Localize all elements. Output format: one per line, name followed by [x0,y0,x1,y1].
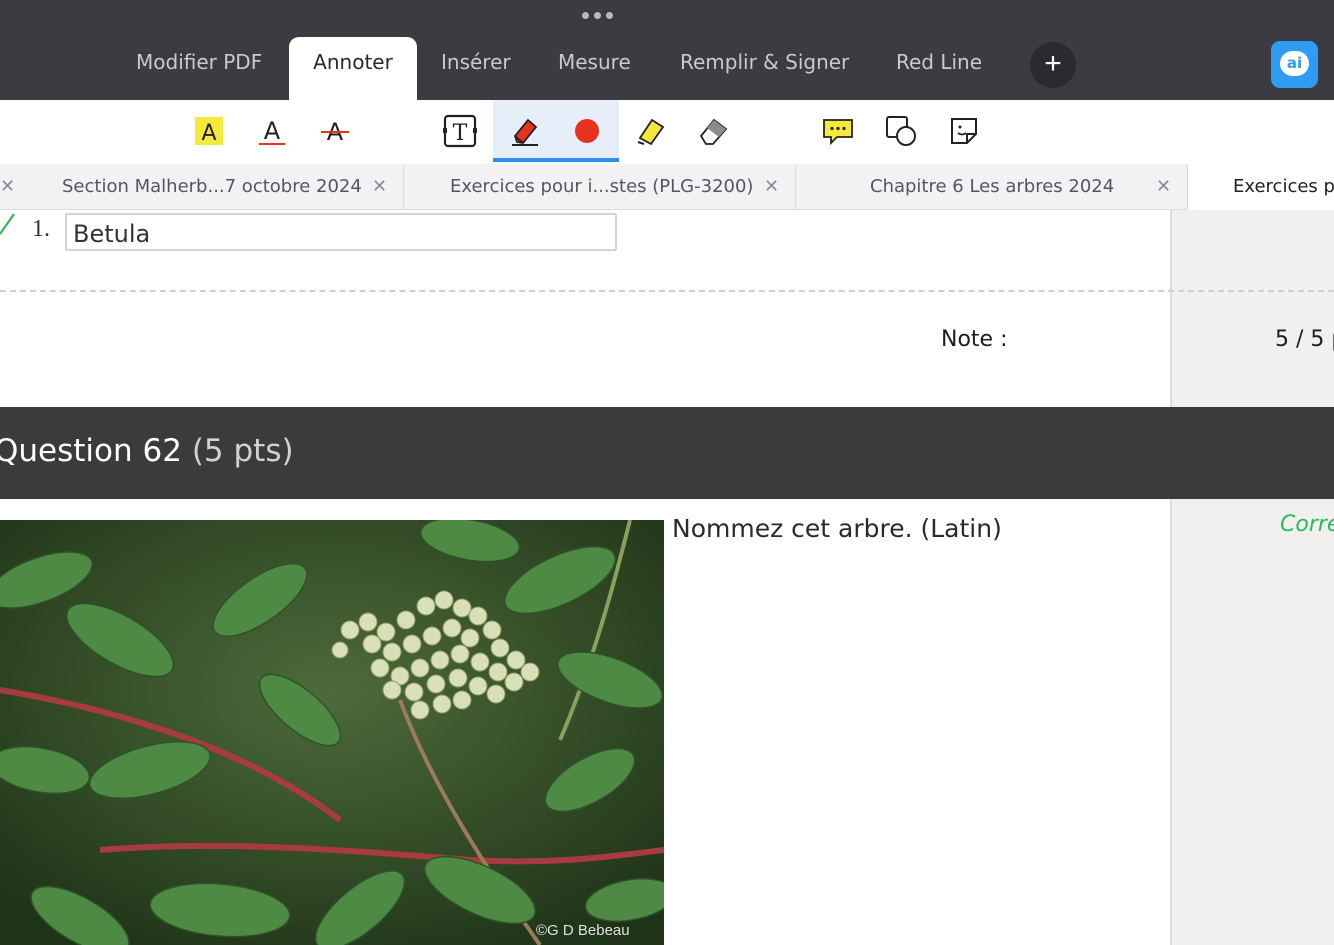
highlighter-icon[interactable] [630,110,672,152]
tab-close-icon[interactable]: ✕ [764,164,779,209]
question-number: Question 62 [0,433,182,469]
grade-score: 5 / 5 p [1275,327,1334,352]
svg-text:A: A [264,117,281,145]
text-box-icon[interactable]: T [439,110,481,152]
section-divider [0,290,1334,292]
window-drag-handle-icon[interactable] [582,12,618,22]
shapes-icon[interactable] [880,110,922,152]
answer-number: 1. [32,216,50,242]
tab-divider [1187,164,1188,209]
eraser-icon[interactable] [692,110,734,152]
highlight-text-icon[interactable]: A [188,110,230,152]
question-points: (5 pts) [191,433,294,469]
underline-text-icon[interactable]: A [251,110,293,152]
comment-icon[interactable] [817,110,859,152]
svg-text:T: T [453,121,468,146]
color-dot-icon[interactable] [566,110,608,152]
correct-status-label: Corre [1280,512,1334,537]
doc-tab-exercices-active[interactable]: Exercices p [1233,164,1334,209]
tab-remplir-signer[interactable]: Remplir & Signer [680,50,849,74]
answer-text-field[interactable]: Betula [65,213,617,251]
ai-assistant-button[interactable]: ai [1271,41,1318,88]
tab-mesure[interactable]: Mesure [558,50,631,74]
tab-modifier-pdf[interactable]: Modifier PDF [136,50,262,74]
doc-tab-chapitre-6[interactable]: Chapitre 6 Les arbres 2024 [870,164,1114,209]
pen-icon[interactable] [504,110,546,152]
tab-annoter[interactable]: Annoter [289,50,417,74]
tab-inserer[interactable]: Insérer [441,50,511,74]
tab-red-line[interactable]: Red Line [896,50,982,74]
grade-label: Note : [941,327,1008,352]
tab-close-icon[interactable]: ✕ [372,164,387,209]
question-prompt: Nommez cet arbre. (Latin) [672,514,1002,543]
tab-close-icon[interactable]: ✕ [0,164,15,209]
grading-side-panel [1170,210,1334,945]
question-title: Question 62 (5 pts) [0,433,294,469]
tab-divider [795,164,796,209]
check-mark-icon [0,212,18,245]
tab-close-icon[interactable]: ✕ [1156,164,1171,209]
strikethrough-text-icon[interactable]: A [314,110,356,152]
add-tab-button[interactable]: + [1030,42,1076,88]
pen-tool-selected-indicator [493,158,619,162]
doc-tab-section-malherbe[interactable]: Section Malherb...7 octobre 2024 [62,164,362,209]
ai-chat-icon: ai [1280,51,1309,76]
doc-tab-exercices-plg[interactable]: Exercices pour i...stes (PLG-3200) [450,164,753,209]
tree-photo [0,520,664,945]
svg-text:A: A [201,121,216,146]
photo-credit: ©G D Bebeau [536,922,630,939]
sticker-icon[interactable] [943,110,985,152]
tab-divider [403,164,404,209]
